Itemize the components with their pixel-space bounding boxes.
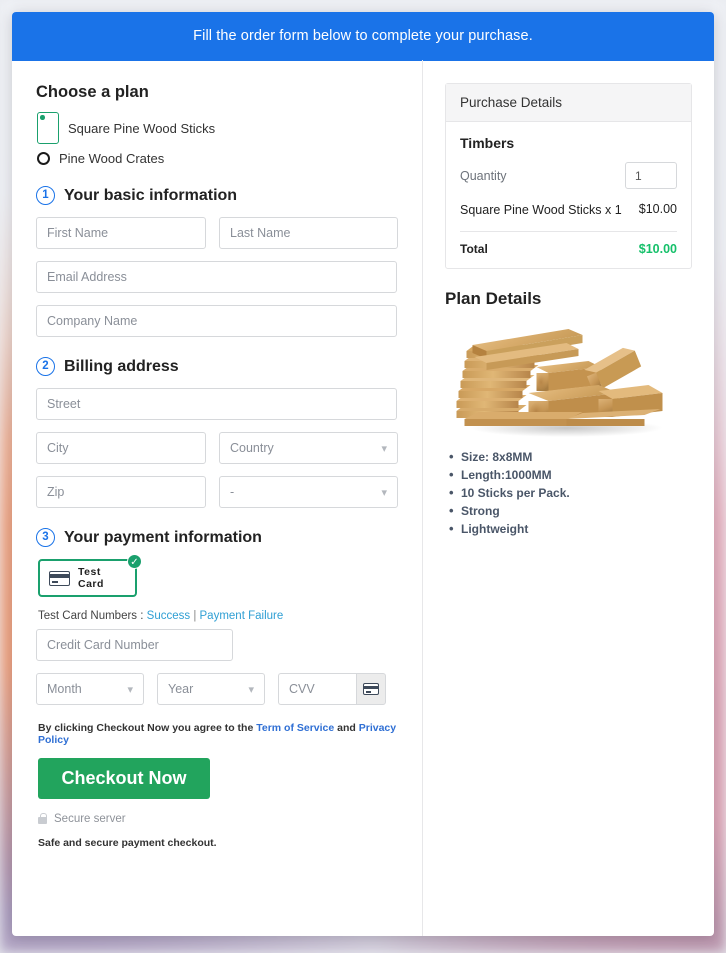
cvv-input[interactable]: CVV — [278, 673, 356, 705]
chevron-down-icon: ▾ — [127, 683, 133, 696]
email-input[interactable]: Email Address — [36, 261, 397, 293]
page-banner: Fill the order form below to complete yo… — [12, 12, 714, 61]
plan-option-pine-wood-crates[interactable]: Pine Wood Crates — [37, 151, 398, 166]
credit-card-icon — [363, 683, 379, 695]
expiry-month-select[interactable]: Month ▾ — [36, 673, 144, 705]
city-country-row: City Country ▾ — [36, 432, 398, 464]
plan-bullet: Length:1000MM — [449, 467, 692, 482]
test-card-method-button[interactable]: Test Card ✓ — [38, 554, 142, 597]
expiry-year-value: Year — [168, 682, 194, 696]
expiry-cvv-row: Month ▾ Year ▾ CVV — [36, 673, 398, 705]
plan-bullet: Lightweight — [449, 521, 692, 536]
cvv-field-group: CVV — [278, 673, 386, 705]
radio-unselected-icon[interactable] — [37, 152, 50, 165]
terms-agreement-text: By clicking Checkout Now you agree to th… — [38, 722, 398, 746]
quantity-label: Quantity — [460, 168, 507, 183]
plan-option-square-pine-wood-sticks[interactable]: Square Pine Wood Sticks — [37, 112, 398, 144]
term-of-service-link[interactable]: Term of Service — [256, 722, 334, 734]
chevron-down-icon: ▾ — [381, 442, 387, 455]
step-3-header: 3 Your payment information — [36, 528, 398, 547]
line-item-price: $10.00 — [638, 202, 677, 216]
timber-stack-image — [445, 315, 692, 440]
step-title: Your payment information — [64, 528, 262, 546]
choose-plan-title: Choose a plan — [36, 83, 149, 101]
total-value: $10.00 — [638, 241, 677, 256]
last-name-input[interactable]: Last Name — [219, 217, 398, 249]
check-circle-icon: ✓ — [127, 554, 142, 569]
step-1-header: 1 Your basic information — [36, 186, 398, 205]
state-select[interactable]: - ▾ — [219, 476, 398, 508]
terms-prefix: By clicking Checkout Now you agree to th… — [38, 722, 257, 734]
total-divider — [460, 230, 677, 232]
order-line-item: Square Pine Wood Sticks x 1 $10.00 — [460, 202, 677, 219]
safe-checkout-note: Safe and secure payment checkout. — [38, 837, 217, 849]
payment-failure-link[interactable]: Payment Failure — [200, 610, 284, 622]
timber-stack-illustration — [456, 328, 663, 437]
card-number-row: Credit Card Number — [36, 629, 398, 661]
plan-bullet: Strong — [449, 503, 692, 518]
test-card-numbers-prefix: Test Card Numbers : — [38, 610, 147, 622]
street-input[interactable]: Street — [36, 388, 397, 420]
checkout-body: Choose a plan Square Pine Wood Sticks Pi… — [12, 60, 714, 936]
step-title: Your basic information — [64, 186, 238, 204]
chevron-down-icon: ▾ — [381, 486, 387, 499]
plan-bullet: 10 Sticks per Pack. — [449, 485, 692, 500]
secure-server-label: Secure server — [54, 813, 126, 825]
zip-state-row: Zip - ▾ — [36, 476, 398, 508]
test-card-label: Test Card — [78, 566, 104, 590]
state-select-value: - — [230, 485, 235, 499]
purchase-details-body: Timbers Quantity 1 Square Pine Wood Stic… — [446, 122, 691, 268]
order-form-column: Choose a plan Square Pine Wood Sticks Pi… — [12, 61, 422, 936]
first-name-input[interactable]: First Name — [36, 217, 206, 249]
terms-mid: and — [334, 722, 359, 734]
product-group-title: Timbers — [460, 135, 515, 151]
cvv-hint-button[interactable] — [356, 673, 386, 705]
plan-details-bullets: Size: 8x8MM Length:1000MM 10 Sticks per … — [445, 449, 692, 536]
city-input[interactable]: City — [36, 432, 206, 464]
radio-selected-icon[interactable] — [37, 112, 59, 144]
summary-column: Purchase Details Timbers Quantity 1 Squa… — [423, 61, 714, 936]
line-item-name: Square Pine Wood Sticks x 1 — [460, 203, 622, 217]
purchase-details-panel: Purchase Details Timbers Quantity 1 Squa… — [445, 83, 692, 269]
expiry-month-value: Month — [47, 682, 82, 696]
success-link[interactable]: Success — [147, 610, 190, 622]
step-number-badge: 3 — [36, 528, 55, 547]
link-separator: | — [190, 610, 200, 622]
email-field-row: Email Address — [36, 261, 398, 293]
plan-option-label: Square Pine Wood Sticks — [68, 120, 216, 136]
checkout-card: Fill the order form below to complete yo… — [12, 12, 714, 936]
step-number-badge: 2 — [36, 357, 55, 376]
checkout-now-button[interactable]: Checkout Now — [38, 758, 210, 799]
plan-details-title: Plan Details — [445, 288, 542, 308]
quantity-row: Quantity 1 — [460, 162, 677, 189]
test-card-numbers-line: Test Card Numbers : Success | Payment Fa… — [38, 610, 398, 622]
total-label: Total — [460, 241, 488, 256]
expiry-year-select[interactable]: Year ▾ — [157, 673, 265, 705]
purchase-details-header: Purchase Details — [446, 84, 691, 122]
step-title: Billing address — [64, 357, 179, 375]
zip-input[interactable]: Zip — [36, 476, 206, 508]
company-field-row: Company Name — [36, 305, 398, 337]
country-select[interactable]: Country ▾ — [219, 432, 398, 464]
lock-icon — [38, 813, 47, 824]
name-field-row: First Name Last Name — [36, 217, 398, 249]
secure-server-row: Secure server — [38, 813, 398, 825]
company-name-input[interactable]: Company Name — [36, 305, 397, 337]
country-select-value: Country — [230, 441, 274, 455]
credit-card-icon — [49, 570, 70, 586]
plan-bullet: Size: 8x8MM — [449, 449, 692, 464]
step-2-header: 2 Billing address — [36, 357, 398, 376]
credit-card-number-input[interactable]: Credit Card Number — [36, 629, 233, 661]
street-field-row: Street — [36, 388, 398, 420]
quantity-input[interactable]: 1 — [625, 162, 677, 189]
plan-option-label: Pine Wood Crates — [59, 151, 165, 166]
step-number-badge: 1 — [36, 186, 55, 205]
chevron-down-icon: ▾ — [248, 683, 254, 696]
order-total-row: Total $10.00 — [460, 242, 677, 256]
